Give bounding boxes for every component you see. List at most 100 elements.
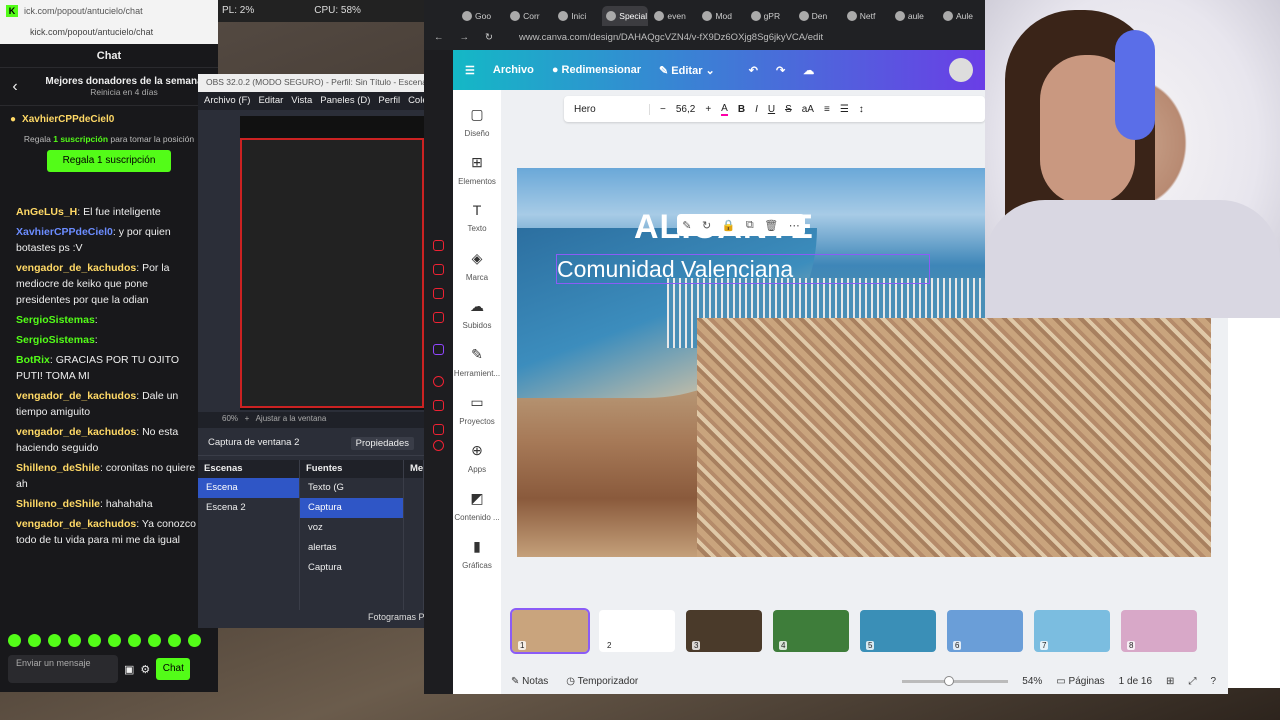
source-item[interactable]: voz <box>300 518 403 538</box>
browser-tab[interactable]: Corr <box>506 6 552 26</box>
chat-username[interactable]: vengador_de_kachudos <box>16 262 136 274</box>
timer-button[interactable]: ◷ Temporizador <box>566 676 638 687</box>
forward-icon[interactable]: → <box>460 32 470 48</box>
menu-toggle-icon[interactable]: ☰ <box>465 64 475 77</box>
back-icon[interactable]: ← <box>434 32 444 48</box>
obs-zoom[interactable]: 60% <box>222 414 238 423</box>
obs-menu-item[interactable]: Colecc <box>408 95 424 107</box>
text-color-icon[interactable]: A <box>721 103 728 116</box>
browser-tab[interactable]: Special Pl <box>602 6 649 26</box>
chat-username[interactable]: SergioSistemas <box>16 334 95 346</box>
obs-menu-item[interactable]: Paneles (D) <box>320 95 370 107</box>
strikethrough-icon[interactable]: S <box>785 104 792 115</box>
source-item[interactable]: Captura <box>300 498 403 518</box>
page-thumbnail[interactable]: 1 <box>510 608 590 654</box>
chat-username[interactable]: vengador_de_kachudos <box>16 426 136 438</box>
pages-button[interactable]: ▭ Páginas <box>1056 676 1104 687</box>
zoom-slider[interactable] <box>902 675 1009 686</box>
page-thumbnail[interactable]: 3 <box>686 610 762 652</box>
design-subtitle[interactable]: Comunidad Valenciana <box>556 254 930 284</box>
font-size-input[interactable]: 56,2 <box>676 104 695 115</box>
nav-item[interactable]: ▭ Proyectos <box>453 394 501 426</box>
sidebar-app-icon[interactable] <box>433 424 444 435</box>
sidebar-app-icon[interactable] <box>433 400 444 411</box>
obs-menu-item[interactable]: Editar <box>258 95 283 107</box>
duplicate-icon[interactable]: ⧉ <box>746 219 754 232</box>
chat-username[interactable]: SergioSistemas <box>16 314 95 326</box>
chat-username[interactable]: BotRix <box>16 354 50 366</box>
italic-icon[interactable]: I <box>755 104 758 115</box>
emote-icon[interactable] <box>108 634 121 647</box>
sidebar-app-icon[interactable] <box>433 376 444 387</box>
lock-icon[interactable]: 🔒 <box>722 219 736 232</box>
settings-gear-icon[interactable]: ⚙ <box>140 663 150 676</box>
emote-icon[interactable] <box>128 634 141 647</box>
emote-icon[interactable] <box>48 634 61 647</box>
page-thumbnail[interactable]: 6 <box>947 610 1023 652</box>
scene-item[interactable]: Escena 2 <box>198 498 299 518</box>
grid-view-icon[interactable]: ⊞ <box>1166 676 1174 687</box>
browser-tab[interactable]: Aule <box>939 6 985 26</box>
zoom-level[interactable]: 54% <box>1022 676 1042 687</box>
archivo-menu[interactable]: Archivo <box>493 64 534 76</box>
kick-tab[interactable]: Kick.com/popout/antucielo/chat <box>0 0 218 22</box>
nav-item[interactable]: ◈ Marca <box>453 250 501 282</box>
emote-icon[interactable] <box>88 634 101 647</box>
fullscreen-icon[interactable]: ⤢ <box>1188 676 1196 687</box>
notes-button[interactable]: ✎ Notas <box>511 676 548 687</box>
emote-icon[interactable] <box>28 634 41 647</box>
emote-icon[interactable] <box>148 634 161 647</box>
source-item[interactable]: Captura <box>300 558 403 578</box>
store-icon[interactable]: ▣ <box>124 663 134 676</box>
bold-icon[interactable]: B <box>738 104 745 115</box>
settings-icon[interactable] <box>433 440 444 451</box>
magic-edit-icon[interactable]: ✎ <box>682 219 691 232</box>
chat-send-button[interactable]: Chat <box>156 658 191 680</box>
browser-tab[interactable]: Mod <box>698 6 744 26</box>
chat-username[interactable]: vengador_de_kachudos <box>16 390 136 402</box>
font-size-increase[interactable]: + <box>705 104 711 115</box>
chat-username[interactable]: AnGeLUs_H <box>16 206 77 218</box>
gift-sub-button[interactable]: Regala 1 suscripción <box>47 150 171 172</box>
browser-tab[interactable]: aule <box>891 6 937 26</box>
redimensionar-menu[interactable]: ● Redimensionar <box>552 64 641 76</box>
kick-url[interactable]: kick.com/popout/antucielo/chat <box>0 22 218 44</box>
source-item[interactable]: alertas <box>300 538 403 558</box>
list-icon[interactable]: ☰ <box>840 104 849 115</box>
browser-tab[interactable]: Goo <box>458 6 504 26</box>
chat-username[interactable]: Shilleno_deShile <box>16 462 100 474</box>
scene-item[interactable]: Escena <box>198 478 299 498</box>
nav-item[interactable]: ✎ Herramient... <box>453 346 501 378</box>
nav-item[interactable]: ▮ Gráficas <box>453 538 501 570</box>
spacing-icon[interactable]: ↕ <box>859 104 864 115</box>
font-size-decrease[interactable]: − <box>660 104 666 115</box>
page-thumbnail[interactable]: 5 <box>860 610 936 652</box>
redo-icon[interactable]: ↷ <box>776 64 785 77</box>
source-item[interactable]: Texto (G <box>300 478 403 498</box>
twitch-icon[interactable] <box>433 344 444 355</box>
underline-icon[interactable]: U <box>768 104 775 115</box>
emote-icon[interactable] <box>168 634 181 647</box>
browser-tab[interactable]: even <box>650 6 696 26</box>
zoom-slider-thumb[interactable] <box>944 675 955 686</box>
url-text[interactable]: www.canva.com/design/DAHAQgcVZN4/v-fX9Dz… <box>519 32 823 48</box>
nav-item[interactable]: T Texto <box>453 202 501 233</box>
help-icon[interactable]: ? <box>1210 676 1216 687</box>
browser-tab[interactable]: Inici <box>554 6 600 26</box>
send-message-input[interactable]: Enviar un mensaje <box>8 655 118 683</box>
sidebar-app-icon[interactable] <box>433 288 444 299</box>
nav-item[interactable]: ◩ Contenido ... <box>453 490 501 522</box>
obs-preview[interactable] <box>240 116 424 410</box>
cloud-save-icon[interactable]: ☁ <box>803 64 814 77</box>
chat-username[interactable]: Shilleno_deShile <box>16 498 100 510</box>
obs-properties-button[interactable]: Propiedades <box>350 437 414 450</box>
emote-icon[interactable] <box>188 634 201 647</box>
nav-item[interactable]: ▢ Diseño <box>453 106 501 138</box>
browser-tab[interactable]: Netf <box>843 6 889 26</box>
browser-tab[interactable]: gPR <box>747 6 793 26</box>
font-selector[interactable]: Hero <box>570 103 650 115</box>
page-thumbnail[interactable]: 7 <box>1034 610 1110 652</box>
page-thumbnail[interactable]: 4 <box>773 610 849 652</box>
sidebar-app-icon[interactable] <box>433 240 444 251</box>
top-donor[interactable]: ● XavhierCPPdeCiel0 <box>0 106 218 132</box>
